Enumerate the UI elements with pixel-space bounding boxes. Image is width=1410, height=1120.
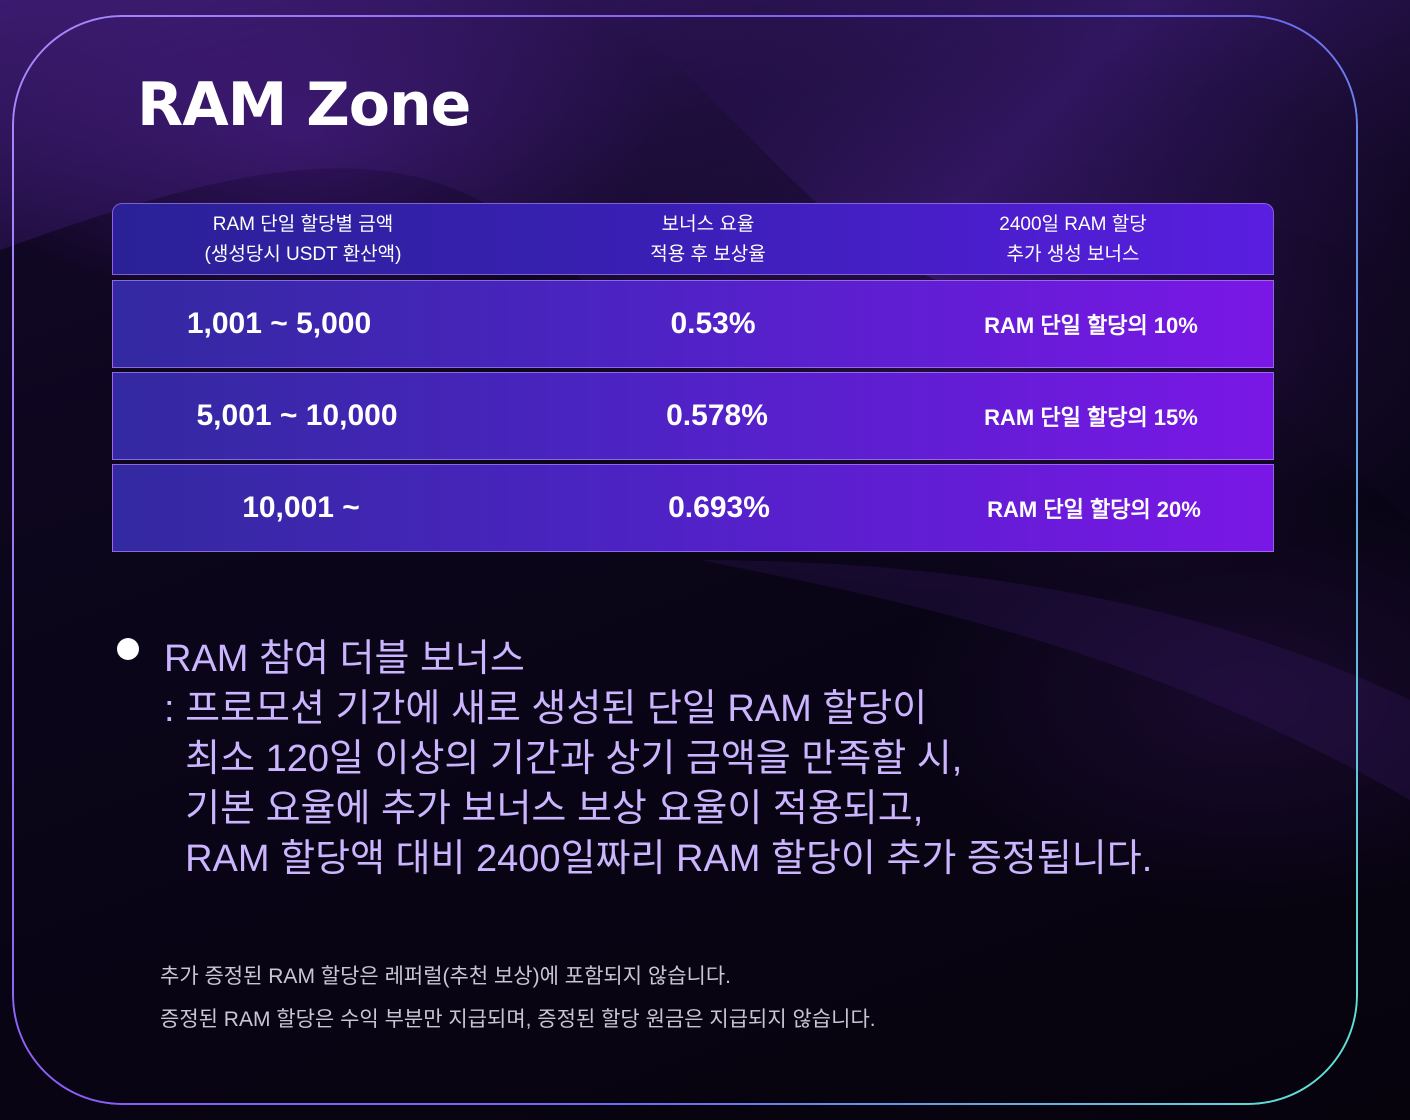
header-amount: RAM 단일 할당별 금액 (생성당시 USDT 환산액) [113, 204, 493, 276]
promo-line: 최소 120일 이상의 기간과 상기 금액을 만족할 시, [164, 738, 963, 780]
page-title: RAM Zone [137, 70, 471, 140]
row-range: 5,001 ~ 10,000 [196, 399, 398, 432]
row-rate: 0.53% [670, 307, 756, 340]
header-bonus: 2400일 RAM 할당 추가 생성 보너스 [893, 204, 1253, 276]
promo-line: : 프로모션 기간에 새로 생성된 단일 RAM 할당이 [164, 688, 928, 730]
table-row: 10,001 ~ 0.693% RAM 단일 할당의 20% [112, 464, 1274, 552]
footnotes: 추가 증정된 RAM 할당은 레퍼럴(추천 보상)에 포함되지 않습니다. 증정… [160, 955, 1260, 1041]
header-amount-line-1: RAM 단일 할당별 금액 [212, 214, 394, 235]
header-bonus-line-1: 2400일 RAM 할당 [999, 214, 1147, 235]
footnote: 추가 증정된 RAM 할당은 레퍼럴(추천 보상)에 포함되지 않습니다. [160, 965, 732, 988]
row-bonus: RAM 단일 할당의 10% [984, 313, 1198, 338]
header-rate-line-1: 보너스 요율 [661, 214, 755, 235]
header-bonus-line-2: 추가 생성 보너스 [1006, 244, 1140, 265]
table-header: RAM 단일 할당별 금액 (생성당시 USDT 환산액) 보너스 요율 적용 … [112, 203, 1274, 275]
table-row: 1,001 ~ 5,000 0.53% RAM 단일 할당의 10% [112, 280, 1274, 368]
header-rate: 보너스 요율 적용 후 보상율 [523, 204, 893, 276]
row-bonus: RAM 단일 할당의 20% [987, 497, 1201, 522]
promo-line: RAM 할당액 대비 2400일짜리 RAM 할당이 추가 증정됩니다. [164, 838, 1153, 880]
header-amount-line-2: (생성당시 USDT 환산액) [204, 244, 402, 265]
row-range: 1,001 ~ 5,000 [186, 307, 372, 340]
row-rate: 0.693% [668, 491, 770, 524]
card-border [12, 15, 1358, 1105]
bullet-dot-icon [117, 638, 139, 660]
promo-description: RAM 참여 더블 보너스 : 프로모션 기간에 새로 생성된 단일 RAM 할… [164, 634, 1314, 884]
header-rate-line-2: 적용 후 보상율 [650, 244, 766, 265]
footnote: 증정된 RAM 할당은 수익 부분만 지급되며, 증정된 할당 원금은 지급되지… [160, 1008, 876, 1031]
promo-line: 기본 요율에 추가 보너스 보상 요율이 적용되고, [164, 788, 924, 830]
row-range: 10,001 ~ [242, 491, 360, 524]
row-bonus: RAM 단일 할당의 15% [984, 405, 1198, 430]
promo-heading: RAM 참여 더블 보너스 [164, 638, 525, 680]
row-rate: 0.578% [666, 399, 768, 432]
table-row: 5,001 ~ 10,000 0.578% RAM 단일 할당의 15% [112, 372, 1274, 460]
